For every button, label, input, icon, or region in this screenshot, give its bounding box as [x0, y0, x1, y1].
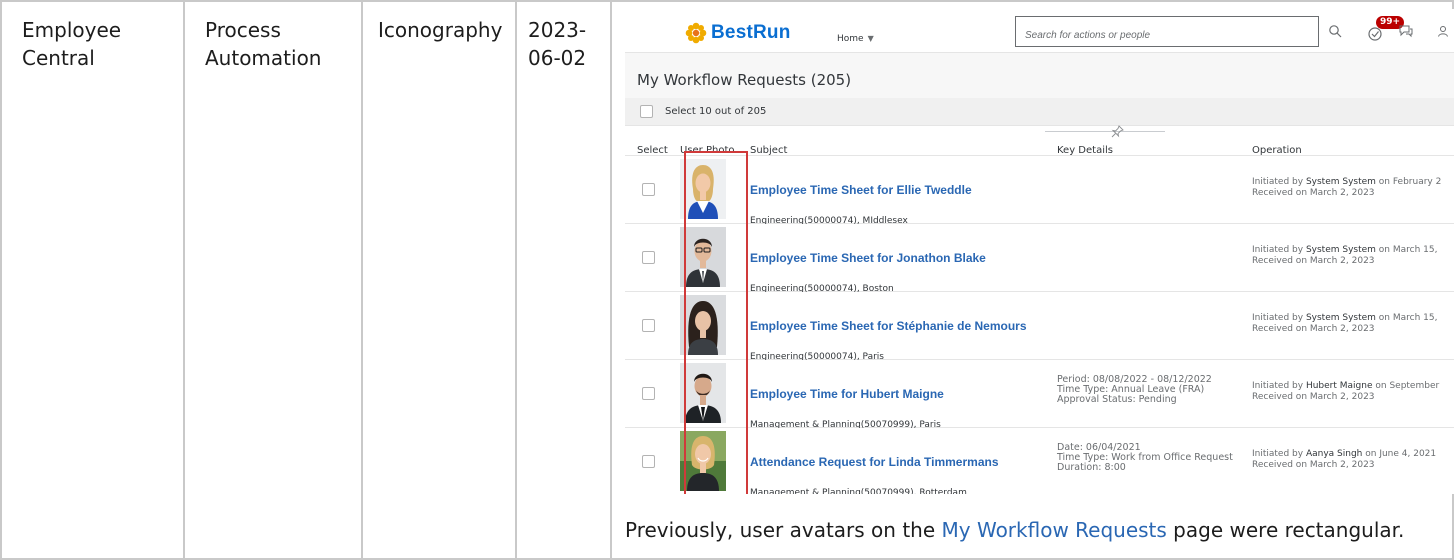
select-all-label: Select 10 out of 205 [665, 105, 767, 117]
area-line-1: Process [205, 18, 281, 42]
chat-icon[interactable] [1398, 24, 1414, 38]
page-title: My Workflow Requests (205) [625, 53, 1454, 98]
date-line-2: 06-02 [528, 46, 587, 70]
table-row[interactable]: Employee Time Sheet for Ellie Tweddle En… [625, 156, 1454, 226]
row-initiator: Aanya Singh [1305, 449, 1363, 459]
category-text: Iconography [378, 18, 503, 42]
screenshot-workflow-requests: BestRun Home ▼ Search for actions or peo… [625, 9, 1454, 494]
row-key-details: Period: 08/08/2022 - 08/12/2022 Time Typ… [1057, 375, 1212, 405]
row-received: Received on March 2, 2023 [1252, 392, 1375, 402]
user-photo [680, 295, 726, 355]
row-checkbox[interactable] [642, 455, 655, 468]
row-title-link[interactable]: Employee Time for Hubert Maigne [750, 380, 944, 408]
row-key-details: Date: 06/04/2021 Time Type: Work from Of… [1057, 443, 1233, 473]
row-initiated-on: February 2 [1392, 177, 1442, 187]
user-photo [680, 363, 726, 423]
user-icon[interactable] [1437, 25, 1449, 37]
search-field[interactable] [1015, 16, 1319, 50]
row-checkbox[interactable] [642, 251, 655, 264]
select-bar: Select 10 out of 205 [625, 98, 1454, 126]
brand-name: BestRun [711, 22, 791, 43]
row-checkbox[interactable] [642, 183, 655, 196]
cell-product: Employee Central [0, 0, 185, 560]
row-title-link[interactable]: Employee Time Sheet for Stéphanie de Nem… [750, 312, 1027, 340]
row-received: Received on March 2, 2023 [1252, 188, 1375, 198]
search-input[interactable] [1016, 21, 1318, 50]
row-initiator: System System [1305, 313, 1376, 323]
cell-description: BestRun Home ▼ Search for actions or peo… [610, 0, 1454, 560]
date-line-1: 2023- [528, 18, 587, 42]
table-row[interactable]: Employee Time Sheet for Stéphanie de Nem… [625, 292, 1454, 362]
product-line-1: Employee [22, 18, 122, 42]
row-initiated-on: June 4, 2021 [1379, 449, 1437, 459]
user-photo [680, 227, 726, 287]
flower-logo-icon [685, 22, 707, 44]
home-menu[interactable]: Home ▼ [837, 25, 874, 53]
row-title-link[interactable]: Employee Time Sheet for Jonathon Blake [750, 244, 986, 272]
area-line-2: Automation [205, 46, 322, 70]
row-operation: Initiated by System System on March 15, … [1252, 313, 1438, 334]
user-photo [680, 159, 726, 219]
brand-logo[interactable]: BestRun [685, 19, 791, 47]
select-all-checkbox[interactable] [640, 105, 653, 118]
table-row[interactable]: Attendance Request for Linda Timmermans … [625, 428, 1454, 494]
caption-link[interactable]: My Workflow Requests [942, 518, 1167, 542]
row-initiated-on: March 15, [1392, 245, 1438, 255]
row-initiated-on: March 15, [1392, 313, 1438, 323]
row-operation: Initiated by System System on February 2… [1252, 177, 1442, 198]
search-icon[interactable] [1328, 24, 1342, 38]
row-received: Received on March 2, 2023 [1252, 256, 1375, 266]
row-checkbox[interactable] [642, 319, 655, 332]
row-subject: Attendance Request for Linda Timmermans … [750, 448, 999, 494]
caption-text-before: Previously, user avatars on the [625, 518, 942, 542]
caption: Previously, user avatars on the My Workf… [625, 516, 1404, 544]
column-header-row: Select User Photo Subject Key Details Op… [625, 125, 1454, 156]
chevron-down-icon: ▼ [867, 34, 874, 43]
row-initiator: System System [1305, 245, 1376, 255]
row-operation: Initiated by System System on March 15, … [1252, 245, 1438, 266]
cell-area: Process Automation [183, 0, 363, 560]
row-received: Received on March 2, 2023 [1252, 324, 1375, 334]
row-operation: Initiated by Hubert Maigne on September … [1252, 381, 1440, 402]
home-menu-label: Home [837, 34, 864, 44]
row-title-link[interactable]: Attendance Request for Linda Timmermans [750, 448, 999, 476]
table-row[interactable]: Employee Time for Hubert Maigne Manageme… [625, 360, 1454, 430]
row-initiator: Hubert Maigne [1305, 381, 1373, 391]
detail-status: Approval Status: Pending [1057, 394, 1177, 405]
user-photo [680, 431, 726, 491]
table-row[interactable]: Employee Time Sheet for Jonathon Blake E… [625, 224, 1454, 294]
row-operation: Initiated by Aanya Singh on June 4, 2021… [1252, 449, 1437, 470]
row-title-link[interactable]: Employee Time Sheet for Ellie Tweddle [750, 176, 972, 204]
row-received: Received on March 2, 2023 [1252, 460, 1375, 470]
row-initiated-on: September [1389, 381, 1440, 391]
cell-category: Iconography [361, 0, 517, 560]
column-divider [1045, 131, 1165, 132]
product-line-2: Central [22, 46, 95, 70]
cell-date: 2023- 06-02 [515, 0, 612, 560]
row-initiator: System System [1305, 177, 1376, 187]
shell-bar: BestRun Home ▼ Search for actions or peo… [625, 9, 1454, 53]
document-table: Employee Central Process Automation Icon… [0, 0, 1454, 560]
row-checkbox[interactable] [642, 387, 655, 400]
row-subtitle: Management & Planning(50070999), Rotterd… [750, 488, 967, 494]
detail-duration: Duration: 8:00 [1057, 462, 1126, 473]
workflow-list: Employee Time Sheet for Ellie Tweddle En… [625, 156, 1454, 494]
caption-text-after: page were rectangular. [1166, 518, 1405, 542]
